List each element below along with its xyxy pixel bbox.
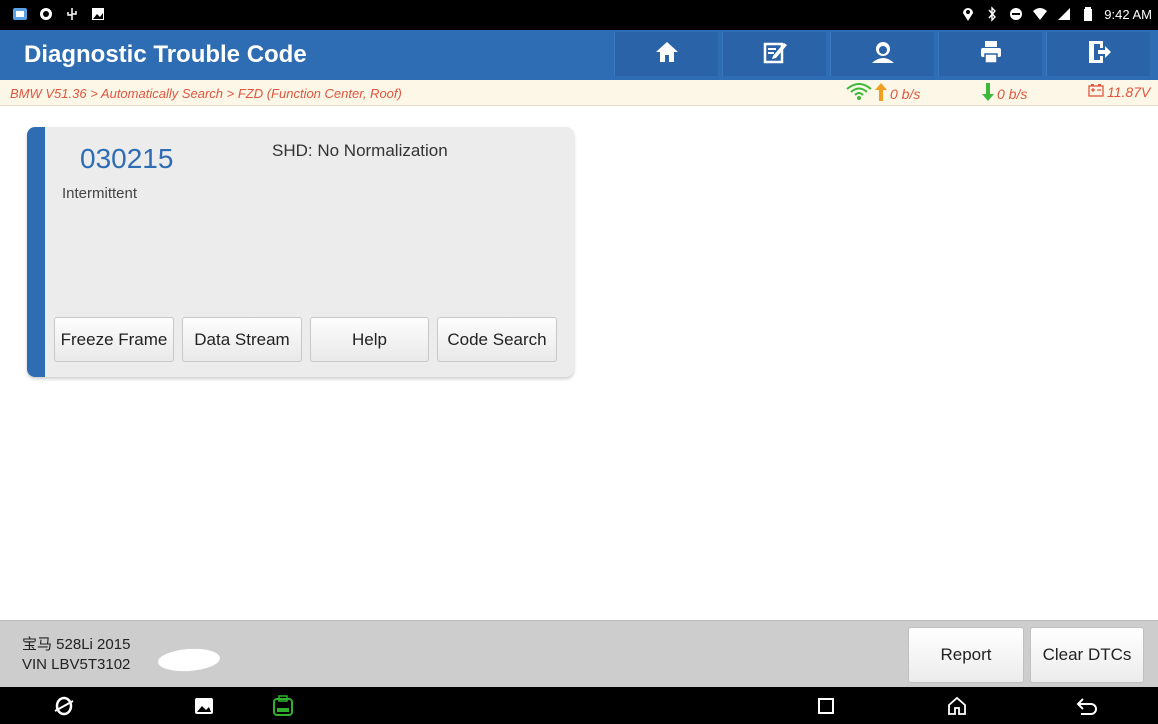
upload-arrow-icon: [875, 83, 887, 104]
nav-home-icon[interactable]: [946, 695, 968, 717]
voltage-indicator: 11.87V: [1088, 83, 1150, 100]
wifi-icon: [1032, 6, 1048, 22]
dtc-card-accent: [27, 127, 45, 377]
wifi-signal-icon: [846, 83, 872, 104]
print-button[interactable]: [938, 32, 1042, 76]
browser-icon: [38, 6, 54, 22]
signal-icon: [1056, 6, 1072, 22]
edit-icon: [763, 40, 787, 69]
dtc-code: 030215: [80, 143, 174, 174]
exit-icon: [1087, 40, 1111, 69]
edit-button[interactable]: [722, 32, 826, 76]
exit-button[interactable]: [1046, 32, 1150, 76]
code-search-button[interactable]: Code Search: [437, 317, 557, 362]
support-button[interactable]: [830, 32, 934, 76]
recent-apps-icon[interactable]: [815, 695, 837, 717]
dtc-actions: Freeze Frame Data Stream Help Code Searc…: [54, 317, 557, 362]
upload-rate: 0 b/s: [890, 85, 921, 102]
home-icon: [655, 41, 679, 68]
download-arrow-icon: [982, 83, 994, 104]
footer: 宝马 528Li 2015 VIN LBV5T3102 Report Clear…: [0, 620, 1158, 687]
nav-bar: [0, 687, 1158, 724]
freeze-frame-button[interactable]: Freeze Frame: [54, 317, 174, 362]
app-icon: [12, 6, 28, 22]
help-button[interactable]: Help: [310, 317, 429, 362]
car-battery-icon: [1088, 83, 1104, 100]
battery-icon: [1080, 6, 1096, 22]
location-icon: [960, 6, 976, 22]
page-title: Diagnostic Trouble Code: [24, 41, 307, 68]
breadcrumb: BMW V51.36 > Automatically Search > FZD …: [10, 86, 402, 101]
dtc-status: Intermittent: [62, 185, 138, 202]
nav-browser-icon[interactable]: [53, 695, 75, 717]
status-time: 9:42 AM: [1104, 6, 1152, 22]
report-button[interactable]: Report: [908, 627, 1024, 683]
bluetooth-icon: [984, 6, 1000, 22]
back-icon[interactable]: [1076, 695, 1098, 717]
toolbar: [614, 32, 1150, 76]
title-bar: Diagnostic Trouble Code: [0, 30, 1158, 80]
dtc-card: 030215 Intermittent SHD: No Normalizatio…: [27, 127, 574, 377]
breadcrumb-bar: BMW V51.36 > Automatically Search > FZD …: [0, 80, 1158, 106]
voltage-value: 11.87V: [1107, 83, 1151, 100]
print-icon: [979, 40, 1003, 69]
vehicle-info: 宝马 528Li 2015 VIN LBV5T3102: [22, 635, 130, 675]
usb-icon: [64, 6, 80, 22]
nav-vci-icon[interactable]: [272, 695, 294, 717]
data-stream-button[interactable]: Data Stream: [182, 317, 302, 362]
dtc-description: SHD: No Normalization: [272, 141, 448, 160]
download-indicator: 0 b/s: [982, 83, 1027, 104]
status-bar: 9:42 AM: [0, 0, 1158, 30]
upload-indicator: 0 b/s: [846, 83, 920, 104]
home-button[interactable]: [614, 32, 718, 76]
do-not-disturb-icon: [1008, 6, 1024, 22]
nav-gallery-icon[interactable]: [193, 695, 215, 717]
download-rate: 0 b/s: [997, 85, 1028, 102]
vehicle-vin: VIN LBV5T3102: [22, 656, 131, 673]
clear-dtcs-button[interactable]: Clear DTCs: [1030, 627, 1144, 683]
vehicle-model: 宝马 528Li 2015: [22, 636, 131, 653]
support-icon: [870, 40, 896, 69]
image-icon: [90, 6, 106, 22]
vin-redaction: [157, 646, 221, 674]
